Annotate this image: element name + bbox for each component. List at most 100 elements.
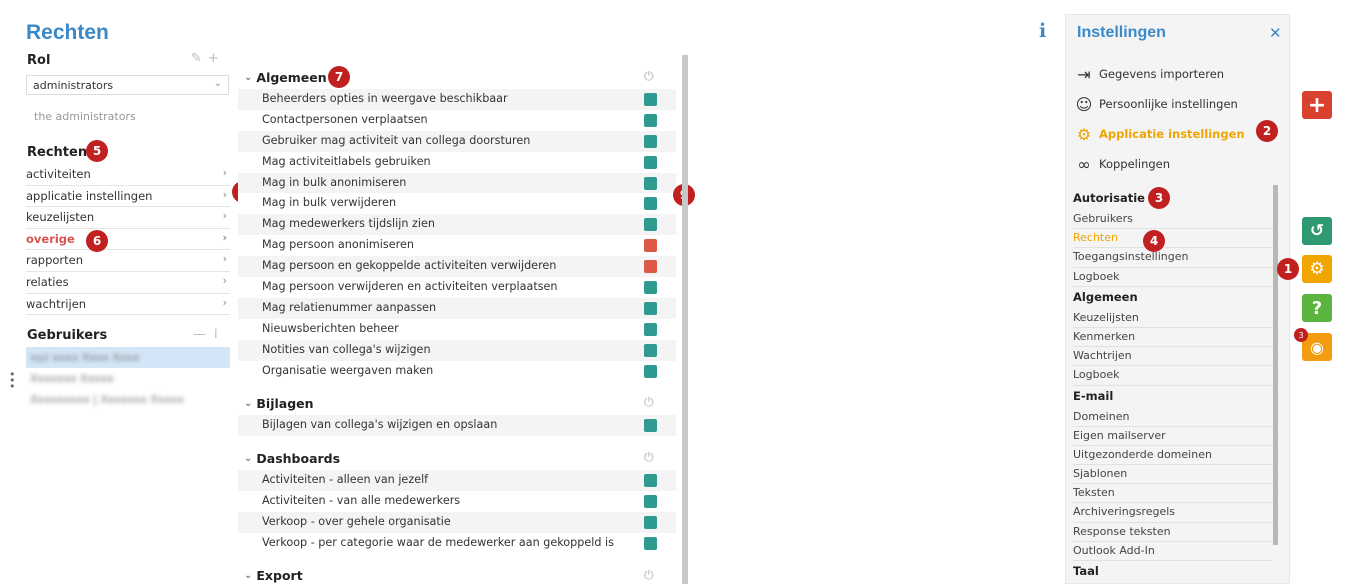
nav-teksten[interactable]: Teksten	[1073, 484, 1273, 504]
chevron-right-icon: ›	[222, 209, 227, 223]
power-icon[interactable]: ⏻	[644, 450, 654, 465]
menu-item-label: Persoonlijke instellingen	[1099, 97, 1238, 111]
rechten-item-wachtrijen[interactable]: wachtrijen ›	[26, 294, 230, 316]
minus-icon[interactable]: —	[193, 327, 206, 342]
chevron-down-icon: ⌄	[213, 78, 222, 89]
user-row[interactable]: Xxxxxxx Xxxxx	[26, 368, 230, 389]
rechten-item-label: activiteiten	[26, 167, 91, 181]
help-button[interactable]: ?	[1302, 294, 1332, 322]
settings-scrollbar[interactable]	[1273, 185, 1278, 545]
nav-toegangsinstellingen[interactable]: Toegangsinstellingen	[1073, 248, 1273, 268]
group-title: Export	[256, 568, 303, 584]
nav-outlook-add-in[interactable]: Outlook Add-In	[1073, 542, 1273, 561]
group-title: Bijlagen	[256, 395, 314, 411]
gebruikers-label: Gebruikers	[27, 328, 108, 343]
permission-toggle[interactable]	[644, 419, 657, 433]
rechten-item-applicatie-instellingen[interactable]: applicatie instellingen ›	[26, 186, 230, 208]
pencil-icon[interactable]: ✎	[191, 51, 202, 66]
permission-toggle[interactable]	[644, 474, 657, 488]
rechten-item-keuzelijsten[interactable]: keuzelijsten ›	[26, 207, 230, 229]
user-row[interactable]: Xxxxxxxxx | Xxxxxxx Xxxxx	[26, 389, 230, 410]
group-bijlagen[interactable]: ⌄ Bijlagen ⏻	[238, 391, 676, 415]
rechten-item-overige[interactable]: overige ›	[26, 229, 230, 251]
gear-icon: ⚙	[1309, 259, 1325, 279]
permission-toggle[interactable]	[644, 343, 657, 357]
nav-uitgezonderde-domeinen[interactable]: Uitgezonderde domeinen	[1073, 446, 1273, 466]
nav-keuzelijsten[interactable]: Keuzelijsten	[1073, 309, 1273, 328]
nav-eigen-mailserver[interactable]: Eigen mailserver	[1073, 427, 1273, 446]
rechten-item-label: rapporten	[26, 253, 84, 268]
permission-label: Nieuwsberichten beheer	[262, 321, 399, 335]
question-icon: ?	[1311, 297, 1323, 319]
permission-toggle[interactable]	[644, 301, 657, 315]
menu-item-import[interactable]: ⇥ Gegevens importeren	[1073, 59, 1278, 89]
permission-toggle[interactable]	[644, 322, 657, 336]
permission-toggle[interactable]	[644, 364, 657, 378]
rol-select[interactable]: administrators ⌄	[26, 75, 229, 95]
add-button[interactable]: +	[1302, 91, 1332, 119]
power-icon[interactable]: ⏻	[644, 568, 654, 583]
nav-wachtrijen[interactable]: Wachtrijen	[1073, 347, 1273, 367]
nav-logboek[interactable]: Logboek	[1073, 268, 1273, 287]
nav-kenmerken[interactable]: Kenmerken	[1073, 328, 1273, 348]
close-icon[interactable]: ✕	[1269, 24, 1282, 42]
permission-row: Mag persoon en gekoppelde activiteiten v…	[238, 256, 676, 278]
info-icon[interactable]: i	[214, 327, 218, 342]
nav-gebruikers[interactable]: Gebruikers	[1073, 210, 1273, 230]
permissions-scrollbar[interactable]	[682, 55, 688, 584]
nav-archiveringsregels[interactable]: Archiveringsregels	[1073, 503, 1273, 523]
permission-toggle[interactable]	[644, 495, 657, 509]
group-dashboards[interactable]: ⌄ Dashboards ⏻	[238, 446, 676, 470]
permission-toggle[interactable]	[644, 239, 657, 253]
nav-response-teksten[interactable]: Response teksten	[1073, 523, 1273, 542]
section-taal: Taal	[1073, 564, 1099, 578]
nav-logboek-algemeen[interactable]: Logboek	[1073, 366, 1273, 386]
gear-icon: ⚙	[1076, 124, 1092, 144]
permission-toggle[interactable]	[644, 176, 657, 190]
permission-row: Activiteiten - van alle medewerkers	[238, 491, 676, 513]
chevron-down-icon: ⌄	[244, 71, 253, 83]
permission-toggle[interactable]	[644, 155, 657, 169]
power-icon[interactable]: ⏻	[644, 69, 654, 84]
group-title: Dashboards	[256, 450, 341, 466]
permission-toggle[interactable]	[644, 260, 657, 274]
permission-toggle[interactable]	[644, 537, 657, 551]
power-icon[interactable]: ⏻	[644, 395, 654, 410]
permission-row: Mag relatienummer aanpassen	[238, 297, 676, 319]
nav-domeinen[interactable]: Domeinen	[1073, 408, 1273, 427]
rechten-item-relaties[interactable]: relaties ›	[26, 272, 230, 294]
rechten-list: activiteiten › applicatie instellingen › k…	[26, 164, 230, 316]
nav-sjablonen[interactable]: Sjablonen	[1073, 465, 1273, 485]
rechten-item-rapporten[interactable]: rapporten ›	[26, 250, 230, 272]
permission-row: Mag persoon anonimiseren	[238, 235, 676, 257]
rol-select-value: administrators	[33, 79, 114, 92]
user-icon: ☺	[1075, 94, 1093, 114]
group-export[interactable]: ⌄ Export ⏻	[238, 564, 676, 584]
rechten-item-activiteiten[interactable]: activiteiten ›	[26, 164, 230, 186]
nav-rechten[interactable]: Rechten	[1073, 229, 1273, 249]
menu-item-label: Gegevens importeren	[1099, 67, 1225, 81]
rol-actions: ✎ +	[191, 51, 219, 66]
group-algemeen[interactable]: ⌄ Algemeen ⏻	[238, 65, 676, 89]
permission-toggle[interactable]	[644, 93, 657, 106]
history-button[interactable]: ↺	[1302, 217, 1332, 245]
permission-toggle[interactable]	[644, 134, 657, 148]
menu-item-koppelingen[interactable]: ∞ Koppelingen	[1073, 149, 1278, 179]
menu-item-app-settings[interactable]: ⚙ Applicatie instellingen	[1073, 119, 1278, 149]
drag-handle-icon[interactable]: • • •	[9, 369, 16, 392]
permission-toggle[interactable]	[644, 516, 657, 530]
permission-toggle[interactable]	[644, 197, 657, 211]
plus-icon: +	[1307, 92, 1327, 118]
plus-icon[interactable]: +	[208, 51, 219, 66]
settings-button[interactable]: ⚙	[1302, 255, 1332, 283]
permission-toggle[interactable]	[644, 281, 657, 295]
permission-toggle[interactable]	[644, 113, 657, 127]
rss-count-badge: 3	[1294, 328, 1308, 342]
permission-toggle[interactable]	[644, 218, 657, 232]
permission-row: Mag activiteitlabels gebruiken	[238, 151, 676, 173]
user-row[interactable]: xyz xxxx Xxxx Xxxx	[26, 347, 230, 368]
badge-4: 4	[1143, 230, 1165, 252]
menu-item-personal-settings[interactable]: ☺ Persoonlijke instellingen	[1073, 89, 1278, 119]
info-icon[interactable]: i	[1039, 20, 1046, 42]
permission-row: Activiteiten - alleen van jezelf	[238, 470, 676, 492]
